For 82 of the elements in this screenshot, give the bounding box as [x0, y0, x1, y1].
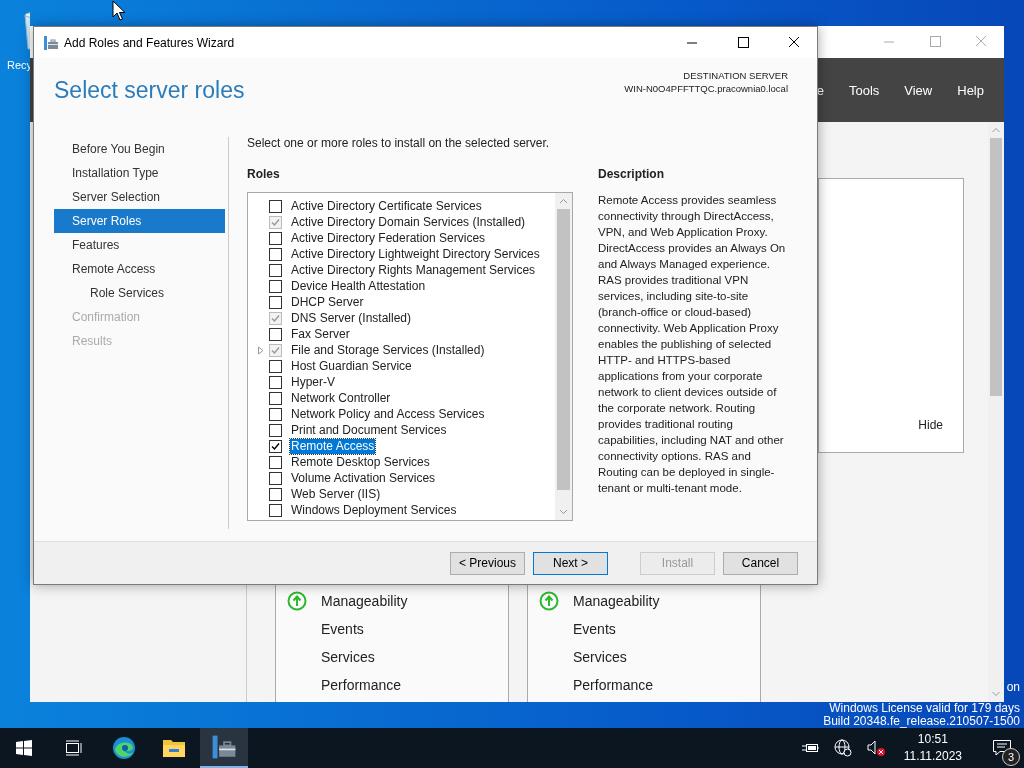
- tile-link[interactable]: Performance: [321, 677, 402, 693]
- watermark-text: Build 20348.fe_release.210507-1500: [823, 715, 1020, 728]
- role-label[interactable]: Network Controller: [290, 390, 392, 406]
- clock-date: 11.11.2023: [903, 748, 962, 765]
- role-label[interactable]: Active Directory Lightweight Directory Services: [290, 246, 541, 262]
- wizard-button[interactable]: Next >: [533, 551, 608, 575]
- hide-link[interactable]: Hide: [918, 418, 943, 432]
- checkbox[interactable]: [269, 487, 282, 501]
- role-label[interactable]: DHCP Server: [290, 294, 365, 310]
- checkbox[interactable]: [269, 391, 282, 405]
- role-label[interactable]: Active Directory Rights Management Services: [290, 262, 537, 278]
- tile-link[interactable]: Manageability: [573, 593, 660, 609]
- checkbox[interactable]: [269, 295, 282, 309]
- watermark-text: on: [1006, 681, 1020, 694]
- destination-label: DESTINATION SERVER: [683, 69, 788, 82]
- folder-icon: [162, 737, 186, 759]
- checkbox[interactable]: [269, 503, 282, 517]
- tile-link[interactable]: Manageability: [321, 593, 408, 609]
- task-view-icon: [65, 740, 83, 756]
- windows-logo-icon: [16, 740, 32, 756]
- role-label[interactable]: Remote Desktop Services: [290, 454, 431, 470]
- tile-link[interactable]: Services: [573, 649, 627, 665]
- wizard-step[interactable]: Installation Type: [54, 161, 225, 185]
- role-label[interactable]: Device Health Attestation: [290, 278, 427, 294]
- tile-link[interactable]: Performance: [573, 677, 654, 693]
- clock[interactable]: 10:51 11.11.2023: [903, 731, 962, 765]
- menu-item[interactable]: Tools: [848, 82, 880, 98]
- role-label[interactable]: Remote Access: [290, 438, 376, 454]
- wizard-step[interactable]: Server Roles: [54, 209, 225, 233]
- watermark-text: Windows License valid for 179 days: [829, 702, 1020, 715]
- checkbox[interactable]: [269, 455, 282, 469]
- speaker-muted-icon[interactable]: [865, 739, 886, 757]
- checkbox[interactable]: [269, 471, 282, 485]
- wizard-step[interactable]: Remote Access: [54, 257, 225, 281]
- destination-server: WIN-N0O4PFFTTQC.pracownia0.local: [624, 82, 788, 95]
- battery-icon[interactable]: [801, 741, 820, 755]
- description-text: Remote Access provides seamless connectivity through DirectAccess, VPN, and Web Application Proxy. DirectAccess provides an Always On and Always Managed experience. RAS provides traditional VPN services, including site-to-site (branch-office or cloud-based) connectivity. Web Application Proxy enables the publishing of selected HTTP- and HTTPS-based applications from your corporate network to client devices outside of the corporate network. Routing provides traditional routing capabilities, including NAT and other connectivity options. RAS and Routing can be deployed in single-tenant or multi-tenant mode.: [598, 193, 787, 496]
- checkbox[interactable]: [269, 231, 282, 245]
- wizard-button[interactable]: < Previous: [450, 551, 525, 575]
- role-label[interactable]: Windows Deployment Services: [290, 502, 458, 518]
- checkbox[interactable]: [269, 439, 282, 453]
- checkbox[interactable]: [269, 247, 282, 261]
- tile-link[interactable]: Services: [321, 649, 375, 665]
- wizard-step[interactable]: Server Selection: [54, 185, 225, 209]
- description-heading: Description: [598, 167, 665, 181]
- role-label[interactable]: Web Server (IIS): [290, 486, 382, 502]
- server-manager-icon: [211, 734, 237, 760]
- role-label[interactable]: Active Directory Federation Services: [290, 230, 487, 246]
- instruction-text: Select one or more roles to install on the selected server.: [247, 136, 551, 150]
- role-label[interactable]: Fax Server: [290, 326, 351, 342]
- tile-link[interactable]: Events: [573, 621, 616, 637]
- checkbox[interactable]: [269, 327, 282, 341]
- role-label[interactable]: Print and Document Services: [290, 422, 448, 438]
- wizard-step[interactable]: Role Services: [54, 281, 225, 305]
- window-title: Add Roles and Features Wizard: [64, 35, 235, 50]
- checkbox[interactable]: [269, 423, 282, 437]
- checkbox[interactable]: [269, 263, 282, 277]
- checkbox[interactable]: [269, 407, 282, 421]
- clock-time: 10:51: [917, 731, 948, 748]
- tile-link[interactable]: Events: [321, 621, 364, 637]
- role-label[interactable]: Network Policy and Access Services: [290, 406, 486, 422]
- mouse-pointer-icon: [112, 0, 126, 22]
- menu-item[interactable]: Help: [957, 82, 984, 98]
- page-heading: Select server roles: [54, 76, 245, 104]
- role-label[interactable]: Host Guardian Service: [290, 358, 413, 374]
- globe-icon[interactable]: [833, 739, 852, 757]
- notification-count: 3: [1002, 748, 1020, 766]
- menu-item[interactable]: View: [904, 82, 933, 98]
- checkbox[interactable]: [269, 375, 282, 389]
- wizard-step[interactable]: Features: [54, 233, 225, 257]
- wizard-button[interactable]: Cancel: [723, 551, 798, 575]
- role-label[interactable]: Volume Activation Services: [290, 470, 437, 486]
- browser-icon: [112, 736, 136, 760]
- roles-heading: Roles: [247, 167, 281, 181]
- server-manager-icon: [43, 34, 59, 51]
- wizard-step[interactable]: Before You Begin: [54, 137, 225, 161]
- checkbox[interactable]: [269, 359, 282, 373]
- role-label[interactable]: Hyper-V: [290, 374, 336, 390]
- taskbar-button[interactable]: [200, 728, 248, 768]
- role-label[interactable]: Active Directory Certificate Services: [290, 198, 483, 214]
- checkbox[interactable]: [269, 279, 282, 293]
- checkbox[interactable]: [269, 199, 282, 213]
